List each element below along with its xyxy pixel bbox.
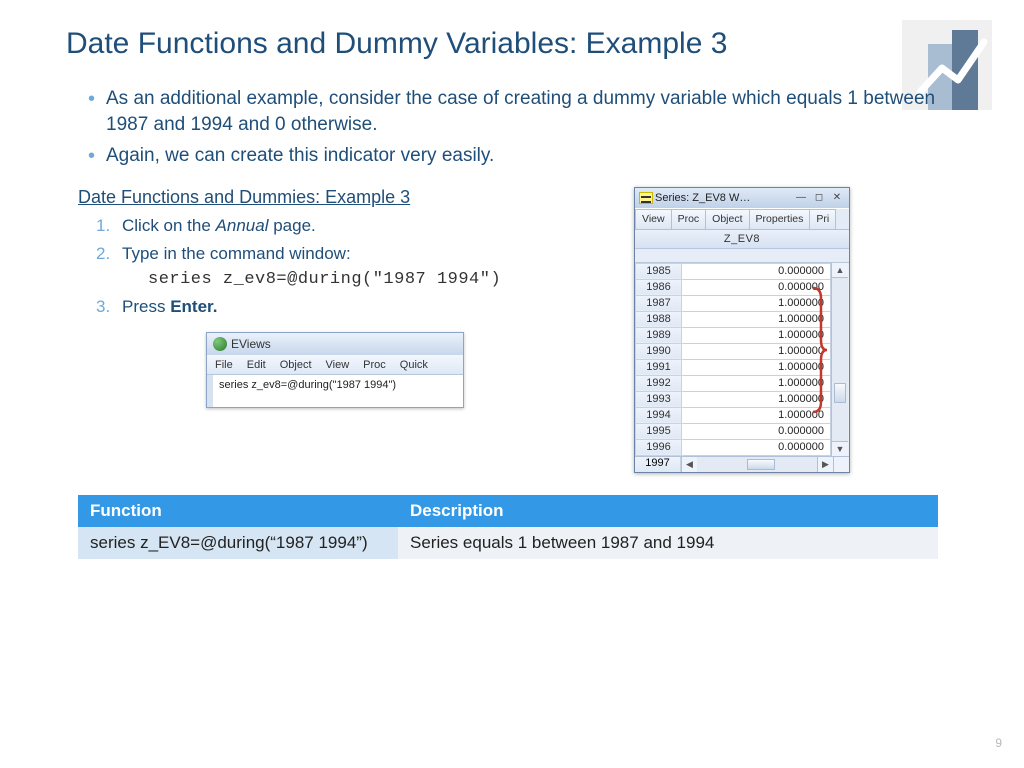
vertical-scrollbar[interactable]: ▲ ▼ xyxy=(831,263,848,456)
col-function: Function xyxy=(78,495,398,527)
menu-object[interactable]: Object xyxy=(280,359,312,371)
value-cell: 1.000000 xyxy=(682,327,831,343)
eviews-command-input[interactable]: series z_ev8=@during("1987 1994") xyxy=(207,375,463,407)
eviews-orb-icon xyxy=(213,337,227,351)
scroll-up-icon[interactable]: ▲ xyxy=(832,263,848,278)
value-cell: 1.000000 xyxy=(682,295,831,311)
value-cell: 0.000000 xyxy=(682,263,831,279)
tab-print[interactable]: Pri xyxy=(809,209,836,229)
eviews-menubar[interactable]: File Edit Object View Proc Quick xyxy=(207,355,463,375)
year-cell: 1993 xyxy=(636,391,682,407)
year-cell: 1996 xyxy=(636,439,682,455)
value-cell: 1.000000 xyxy=(682,311,831,327)
table-row: 19950.000000 xyxy=(636,423,831,439)
tab-object[interactable]: Object xyxy=(705,209,749,229)
step-3: Press Enter. xyxy=(96,295,606,319)
scroll-corner xyxy=(833,457,849,472)
value-cell: 0.000000 xyxy=(682,279,831,295)
step-2: Type in the command window: xyxy=(96,242,606,266)
table-row: 19891.000000 xyxy=(636,327,831,343)
table-row: 19931.000000 xyxy=(636,391,831,407)
table-row: 19860.000000 xyxy=(636,279,831,295)
procedure-title: Date Functions and Dummies: Example 3 xyxy=(78,187,606,208)
eviews-title-text: EViews xyxy=(231,337,271,351)
table-row: 19881.000000 xyxy=(636,311,831,327)
table-row: 19850.000000 xyxy=(636,263,831,279)
hscroll-thumb[interactable] xyxy=(747,459,775,470)
close-icon[interactable]: ✕ xyxy=(829,191,845,205)
menu-quick[interactable]: Quick xyxy=(400,359,428,371)
table-row: 19921.000000 xyxy=(636,375,831,391)
tab-properties[interactable]: Properties xyxy=(749,209,811,229)
table-row: 19941.000000 xyxy=(636,407,831,423)
function-summary-table: Function Description series z_EV8=@durin… xyxy=(78,495,938,559)
year-cell: 1992 xyxy=(636,375,682,391)
year-cell: 1989 xyxy=(636,327,682,343)
value-cell: 1.000000 xyxy=(682,407,831,423)
page-number: 9 xyxy=(995,736,1002,750)
value-cell: 0.000000 xyxy=(682,439,831,455)
series-data-grid: 19850.00000019860.00000019871.0000001988… xyxy=(635,263,831,456)
eviews-titlebar: EViews xyxy=(207,333,463,355)
scroll-thumb[interactable] xyxy=(834,383,846,403)
menu-edit[interactable]: Edit xyxy=(247,359,266,371)
slide-title: Date Functions and Dummy Variables: Exam… xyxy=(66,26,826,62)
value-cell: 1.000000 xyxy=(682,375,831,391)
step-1: Click on the Annual page. xyxy=(96,214,606,238)
brace-annotation xyxy=(811,286,827,414)
horizontal-scrollbar[interactable]: 1997 ◀ ▶ xyxy=(635,456,849,472)
year-cell: 1991 xyxy=(636,359,682,375)
eviews-command-window: EViews File Edit Object View Proc Quick … xyxy=(206,332,464,408)
series-blank-row xyxy=(635,249,849,263)
tab-view[interactable]: View xyxy=(635,209,672,229)
table-row: 19911.000000 xyxy=(636,359,831,375)
table-row: 19901.000000 xyxy=(636,343,831,359)
scroll-right-icon[interactable]: ▶ xyxy=(817,457,833,472)
maximize-icon[interactable]: ◻ xyxy=(811,191,827,205)
last-year-cell: 1997 xyxy=(635,457,681,472)
command-code: series z_ev8=@during("1987 1994") xyxy=(148,270,606,289)
bullet-2: Again, we can create this indicator very… xyxy=(88,143,958,169)
eviews-series-window: Series: Z_EV8 W… — ◻ ✕ View Proc Object … xyxy=(634,187,850,473)
year-cell: 1994 xyxy=(636,407,682,423)
series-icon xyxy=(639,192,653,204)
bullet-1: As an additional example, consider the c… xyxy=(88,86,958,137)
menu-file[interactable]: File xyxy=(215,359,233,371)
menu-proc[interactable]: Proc xyxy=(363,359,386,371)
year-cell: 1995 xyxy=(636,423,682,439)
year-cell: 1987 xyxy=(636,295,682,311)
scroll-down-icon[interactable]: ▼ xyxy=(832,441,848,456)
year-cell: 1990 xyxy=(636,343,682,359)
col-description: Description xyxy=(398,495,938,527)
year-cell: 1986 xyxy=(636,279,682,295)
value-cell: 1.000000 xyxy=(682,359,831,375)
menu-view[interactable]: View xyxy=(326,359,350,371)
scroll-left-icon[interactable]: ◀ xyxy=(681,457,697,472)
year-cell: 1988 xyxy=(636,311,682,327)
series-name-header: Z_EV8 xyxy=(635,230,849,249)
year-cell: 1985 xyxy=(636,263,682,279)
series-window-title: Series: Z_EV8 W… xyxy=(655,192,791,204)
table-row: 19871.000000 xyxy=(636,295,831,311)
value-cell: 0.000000 xyxy=(682,423,831,439)
description-cell: Series equals 1 between 1987 and 1994 xyxy=(398,527,938,559)
table-row: 19960.000000 xyxy=(636,439,831,455)
value-cell: 1.000000 xyxy=(682,391,831,407)
function-cell: series z_EV8=@during(“1987 1994”) xyxy=(78,527,398,559)
minimize-icon[interactable]: — xyxy=(793,191,809,205)
value-cell: 1.000000 xyxy=(682,343,831,359)
tab-proc[interactable]: Proc xyxy=(671,209,707,229)
